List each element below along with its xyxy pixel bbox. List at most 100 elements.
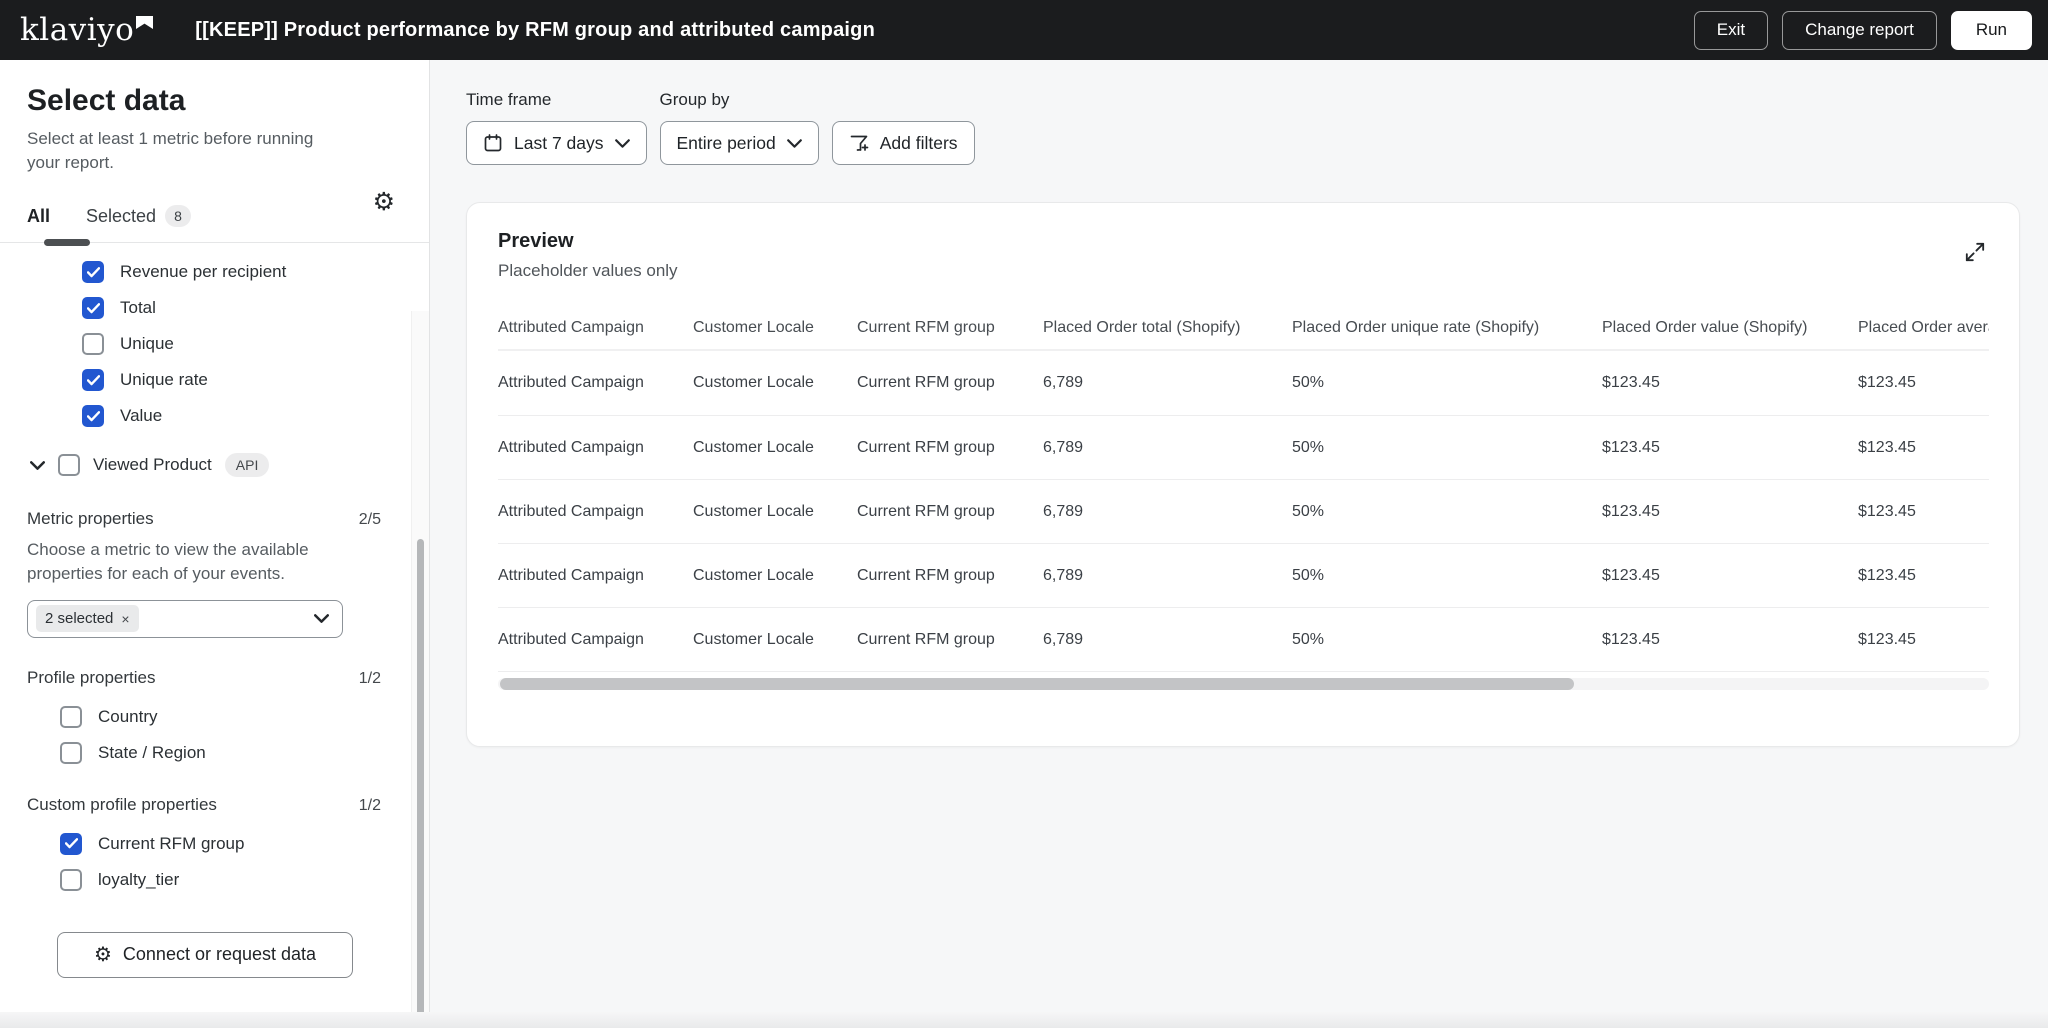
table-cell: Customer Locale	[693, 567, 857, 585]
table-horizontal-scrollbar-track	[498, 678, 1989, 690]
checkbox-item[interactable]: Unique rate	[27, 362, 411, 398]
report-toolbar: Time frame Last 7 days Group by Entire p…	[466, 90, 2020, 165]
sidebar-subheading: Select at least 1 metric before running …	[27, 127, 339, 175]
checkbox-item[interactable]: Value	[27, 398, 411, 434]
column-header: Attributed Campaign	[498, 319, 693, 337]
checkbox-label: Value	[120, 406, 162, 426]
table-cell: $123.45	[1602, 503, 1858, 521]
page-bottom-strip	[0, 1012, 2048, 1028]
time-frame-label: Time frame	[466, 90, 647, 110]
checkbox-item[interactable]: Current RFM group	[27, 826, 411, 862]
topbar: klaviyo [[KEEP]] Product performance by …	[0, 0, 2048, 60]
table-cell: $123.45	[1858, 439, 1989, 457]
metric-properties-count: 2/5	[359, 511, 381, 529]
checkbox[interactable]	[82, 369, 104, 391]
checkbox-item[interactable]: Total	[27, 290, 411, 326]
checkbox[interactable]	[60, 742, 82, 764]
tab-all-label: All	[27, 206, 50, 227]
custom-profile-properties-count: 1/2	[359, 797, 381, 815]
table-cell: Attributed Campaign	[498, 439, 693, 457]
checkbox[interactable]	[82, 261, 104, 283]
checkbox[interactable]	[60, 833, 82, 855]
time-frame-dropdown[interactable]: Last 7 days	[466, 121, 647, 165]
tab-selected-label: Selected	[86, 206, 156, 227]
checkbox-label: State / Region	[98, 743, 206, 763]
checkbox-label: Revenue per recipient	[120, 262, 286, 282]
checkbox-item[interactable]: Unique	[27, 326, 411, 362]
table-cell: $123.45	[1602, 631, 1858, 649]
checkbox-label: Unique rate	[120, 370, 208, 390]
time-frame-group: Time frame Last 7 days	[466, 90, 647, 165]
filter-plus-icon	[849, 133, 869, 153]
checkbox-label: Current RFM group	[98, 834, 244, 854]
chip-remove-icon[interactable]: ×	[121, 612, 129, 626]
connect-or-request-data-button[interactable]: ⚙ Connect or request data	[57, 932, 353, 978]
preview-title: Preview	[498, 230, 678, 253]
table-row: Attributed CampaignCustomer LocaleCurren…	[498, 351, 1989, 415]
custom-profile-properties-header: Custom profile properties 1/2	[27, 795, 411, 815]
table-cell: 50%	[1292, 503, 1602, 521]
klaviyo-flag-icon	[136, 16, 153, 30]
checkbox-label: Country	[98, 707, 158, 727]
column-header: Placed Order unique rate (Shopify)	[1292, 319, 1602, 337]
add-filters-button[interactable]: Add filters	[832, 121, 975, 165]
table-bottom-divider	[498, 671, 1989, 672]
checkbox-item[interactable]: State / Region	[27, 735, 411, 771]
table-cell: $123.45	[1602, 567, 1858, 585]
tab-all[interactable]: All	[27, 206, 50, 227]
chevron-down-icon	[314, 614, 329, 623]
checkbox-item[interactable]: Revenue per recipient	[27, 254, 411, 290]
table-cell: Customer Locale	[693, 439, 857, 457]
checkbox-item[interactable]: loyalty_tier	[27, 862, 411, 898]
sidebar-scrollbar-thumb[interactable]	[417, 539, 424, 1012]
table-cell: Current RFM group	[857, 374, 1043, 392]
table-body: Attributed CampaignCustomer LocaleCurren…	[498, 351, 1989, 671]
run-button[interactable]: Run	[1951, 11, 2032, 50]
change-report-button[interactable]: Change report	[1782, 11, 1937, 50]
table-row: Attributed CampaignCustomer LocaleCurren…	[498, 543, 1989, 607]
metric-properties-select[interactable]: 2 selected ×	[27, 600, 343, 638]
column-header: Placed Order average value (Shopify)	[1858, 319, 1989, 337]
settings-gear-icon[interactable]: ⚙	[373, 190, 395, 215]
calendar-icon	[483, 133, 503, 153]
checkbox-label: Total	[120, 298, 156, 318]
table-cell: 6,789	[1043, 439, 1292, 457]
expand-preview-button[interactable]	[1961, 238, 1989, 269]
table-cell: 6,789	[1043, 567, 1292, 585]
checkbox[interactable]	[60, 706, 82, 728]
checkbox[interactable]	[82, 333, 104, 355]
tab-selected[interactable]: Selected 8	[86, 205, 191, 227]
sidebar-heading: Select data	[27, 84, 411, 118]
checkbox[interactable]	[82, 405, 104, 427]
checkbox[interactable]	[60, 869, 82, 891]
table-cell: 6,789	[1043, 503, 1292, 521]
api-badge: API	[225, 453, 270, 477]
table-horizontal-scrollbar-thumb[interactable]	[500, 678, 1574, 690]
group-by-label: Group by	[660, 90, 819, 110]
report-title: [[KEEP]] Product performance by RFM grou…	[195, 19, 875, 42]
metric-properties-description: Choose a metric to view the available pr…	[27, 538, 349, 586]
column-header: Current RFM group	[857, 319, 1043, 337]
checkbox[interactable]	[82, 297, 104, 319]
metric-properties-header: Metric properties 2/5	[27, 509, 411, 529]
profile-properties-header: Profile properties 1/2	[27, 668, 411, 688]
group-by-dropdown[interactable]: Entire period	[660, 121, 819, 165]
profile-properties-list: Country State / Region	[27, 699, 411, 771]
klaviyo-logo-text: klaviyo	[20, 15, 134, 46]
checkbox-label: loyalty_tier	[98, 870, 179, 890]
table-cell: Current RFM group	[857, 567, 1043, 585]
add-filters-label: Add filters	[880, 133, 958, 154]
table-cell: Customer Locale	[693, 374, 857, 392]
chevron-down-icon	[30, 461, 45, 470]
chevron-down-icon	[787, 139, 802, 148]
table-header-row: Attributed CampaignCustomer LocaleCurren…	[498, 307, 1989, 349]
selected-count-badge: 8	[165, 205, 191, 227]
select-data-sidebar: Select data Select at least 1 metric bef…	[0, 60, 430, 1012]
sidebar-scrollbar-track	[411, 311, 429, 1012]
table-cell: Customer Locale	[693, 503, 857, 521]
viewed-product-checkbox[interactable]	[58, 454, 80, 476]
checkbox-item[interactable]: Country	[27, 699, 411, 735]
viewed-product-row[interactable]: Viewed Product API	[27, 447, 411, 483]
exit-button[interactable]: Exit	[1694, 11, 1768, 50]
topbar-actions: Exit Change report Run	[1694, 11, 2032, 50]
